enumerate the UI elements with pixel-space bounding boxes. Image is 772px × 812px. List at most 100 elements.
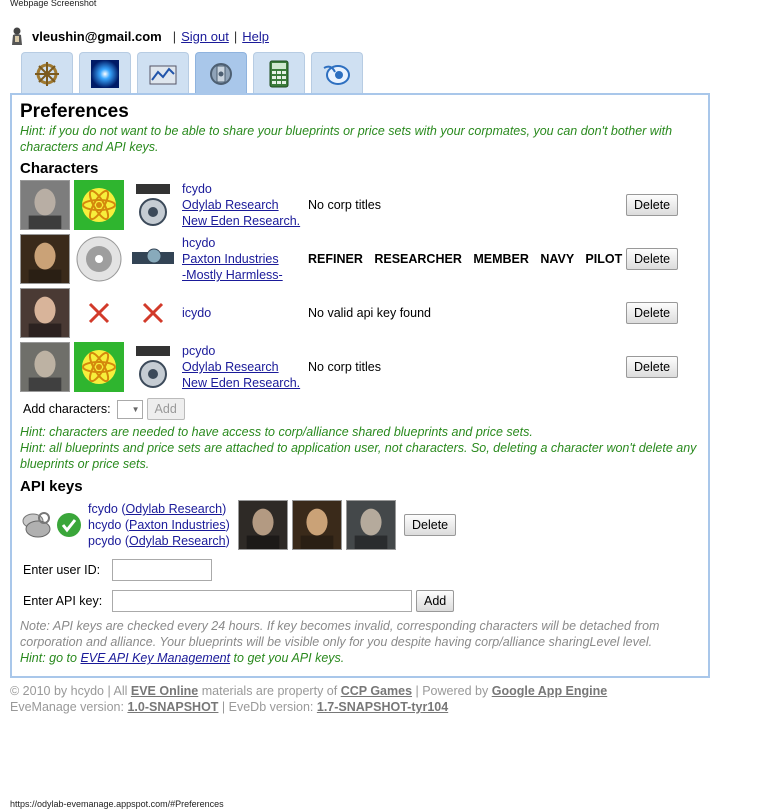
delete-api-key-button[interactable]: Delete (404, 514, 457, 536)
tab-calculator[interactable] (253, 52, 305, 94)
corp-link[interactable]: Odylab Research (182, 360, 279, 374)
character-names: icydo (182, 305, 308, 321)
characters-heading: Characters (20, 160, 99, 177)
calculator-icon (269, 60, 289, 87)
tab-blue-glow[interactable] (79, 52, 131, 94)
character-portrait (20, 180, 70, 230)
corp-link[interactable]: Paxton Industries (182, 252, 279, 266)
api-key-character: pcydo (Odylab Research) (88, 534, 230, 548)
corp-link[interactable]: Odylab Research (129, 534, 226, 548)
api-key-characters: fcydo (Odylab Research) hcydo (Paxton In… (88, 501, 238, 549)
check-icon (57, 513, 81, 537)
api-key-row: fcydo (Odylab Research) hcydo (Paxton In… (20, 498, 700, 552)
character-names: hcydo Paxton Industries -Mostly Harmless… (182, 235, 308, 283)
help-link[interactable]: Help (242, 29, 269, 44)
chart-icon (149, 65, 177, 84)
eve-online-link[interactable]: EVE Online (131, 684, 198, 698)
hint-characters-needed: Hint: characters are needed to have acce… (20, 425, 533, 439)
corp-titles: No corp titles (308, 360, 381, 374)
alliance-link[interactable]: -Mostly Harmless- (182, 268, 283, 282)
user-id-row: Enter user ID: (23, 554, 700, 585)
api-key-character: hcydo (Paxton Industries) (88, 518, 230, 532)
google-app-engine-link[interactable]: Google App Engine (492, 684, 608, 698)
evemanage-version-link[interactable]: 1.0-SNAPSHOT (127, 700, 218, 714)
hint-api-key-management: Hint: go to EVE API Key Management to ge… (20, 651, 345, 665)
character-row: hcydo Paxton Industries -Mostly Harmless… (20, 232, 700, 286)
corp-logo (74, 180, 124, 230)
hint-characters-attached: Hint: all blueprints and price sets are … (20, 441, 697, 471)
character-portrait (238, 500, 288, 550)
add-characters-row: Add characters: ▼ Add (23, 398, 700, 420)
corp-link[interactable]: Odylab Research (126, 502, 223, 516)
api-key-input-row: Enter API key: Add (23, 585, 700, 616)
tab-ship-wheel[interactable] (21, 52, 73, 94)
corp-titles: No valid api key found (308, 306, 431, 320)
alliance-link[interactable]: New Eden Research. (182, 214, 300, 228)
eve-logo-icon (323, 64, 350, 85)
eve-api-key-management-link[interactable]: EVE API Key Management (80, 651, 230, 665)
hint-sharing: Hint: if you do not want to be able to s… (20, 124, 673, 154)
delete-character-button[interactable]: Delete (626, 194, 679, 216)
character-row: fcydo Odylab Research New Eden Research.… (20, 178, 700, 232)
main-tabs (21, 52, 369, 94)
api-key-character: fcydo (Odylab Research) (88, 502, 227, 516)
tab-chart[interactable] (137, 52, 189, 94)
corp-link[interactable]: Paxton Industries (129, 518, 226, 532)
no-corp-icon (88, 302, 110, 324)
character-portrait (20, 288, 70, 338)
delete-character-button[interactable]: Delete (626, 356, 679, 378)
no-alliance-icon (142, 302, 164, 324)
character-row: pcydo Odylab Research New Eden Research.… (20, 340, 700, 394)
character-select[interactable]: ▼ (116, 399, 143, 419)
status-url: https://odylab-evemanage.appspot.com/#Pr… (10, 799, 224, 809)
character-name: icydo (182, 306, 212, 320)
character-name: fcydo (182, 182, 212, 196)
preferences-panel: Preferences Hint: if you do not want to … (10, 93, 710, 678)
tab-industry[interactable] (195, 52, 247, 94)
corp-titles: No corp titles (308, 198, 381, 212)
alliance-logo (128, 180, 178, 230)
api-key-icon (22, 512, 51, 538)
sign-out-link[interactable]: Sign out (181, 29, 229, 44)
character-portrait (346, 500, 396, 550)
user-id-input[interactable] (112, 558, 212, 581)
corp-titles: REFINER RESEARCHER MEMBER NAVY PILOT (308, 252, 623, 266)
chevron-down-icon: ▼ (131, 404, 140, 414)
delete-character-button[interactable]: Delete (626, 302, 679, 324)
alliance-logo (128, 234, 178, 284)
tab-eve[interactable] (311, 52, 363, 94)
corp-logo (74, 234, 124, 284)
industry-icon (210, 62, 232, 85)
separator: | (172, 28, 177, 44)
evedb-version-link[interactable]: 1.7-SNAPSHOT-tyr104 (317, 700, 448, 714)
character-portrait (20, 234, 70, 284)
user-icon (12, 27, 22, 45)
corp-link[interactable]: Odylab Research (182, 198, 279, 212)
api-keys-heading: API keys (20, 478, 83, 495)
character-portrait (292, 500, 342, 550)
user-bar: vleushin@gmail.com | Sign out | Help (10, 27, 269, 45)
character-portrait (20, 342, 70, 392)
footer: © 2010 by hcydo | All EVE Online materia… (10, 683, 607, 715)
character-names: fcydo Odylab Research New Eden Research. (182, 181, 308, 229)
blue-glow-icon (91, 59, 119, 88)
api-key-input[interactable] (112, 589, 412, 612)
add-characters-label: Add characters: (23, 402, 111, 416)
user-email: vleushin@gmail.com (32, 28, 162, 44)
character-name: hcydo (182, 236, 216, 250)
separator: | (233, 28, 238, 44)
alliance-link[interactable]: New Eden Research. (182, 376, 300, 390)
page-title: Preferences (20, 101, 129, 122)
ccp-games-link[interactable]: CCP Games (341, 684, 412, 698)
footer-copyright-line: © 2010 by hcydo | All EVE Online materia… (10, 684, 608, 698)
character-name: pcydo (182, 344, 216, 358)
footer-version-line: EveManage version: 1.0-SNAPSHOT | EveDb … (10, 700, 449, 714)
alliance-logo (128, 342, 178, 392)
window-caption: Webpage Screenshot (10, 0, 97, 8)
api-key-note: Note: API keys are checked every 24 hour… (20, 619, 660, 649)
delete-character-button[interactable]: Delete (626, 248, 679, 270)
ship-wheel-icon (35, 61, 59, 86)
add-api-key-button[interactable]: Add (416, 589, 455, 612)
character-names: pcydo Odylab Research New Eden Research. (182, 343, 308, 391)
add-character-button[interactable]: Add (146, 398, 185, 420)
